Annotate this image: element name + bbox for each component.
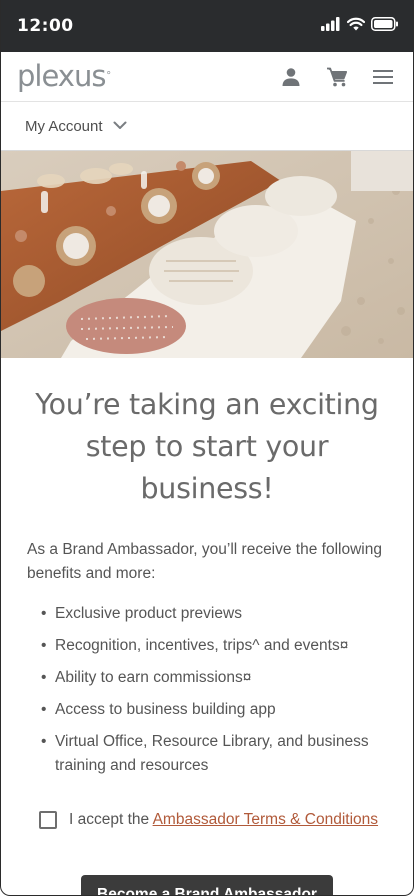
- chevron-down-icon: [113, 117, 127, 135]
- terms-accept-label: I accept the Ambassador Terms & Conditio…: [69, 811, 378, 829]
- my-account-label: My Account: [25, 117, 103, 135]
- cta-wrap: Become a Brand Ambassador: [27, 875, 387, 895]
- wifi-icon: [346, 17, 366, 36]
- site-header: plexus °: [1, 52, 413, 102]
- page-headline: You’re taking an exciting step to start …: [35, 388, 379, 505]
- list-item: Exclusive product previews: [41, 602, 387, 626]
- main-content: You’re taking an exciting step to start …: [1, 384, 413, 895]
- signal-icon: [321, 16, 341, 36]
- list-item: Ability to earn commissions¤: [41, 666, 387, 690]
- account-icon[interactable]: [279, 65, 303, 89]
- logo-mark: °: [106, 70, 111, 82]
- phone-frame: 12:00 plexus ° My Account You’re taking …: [0, 0, 414, 896]
- status-icons: [321, 16, 399, 36]
- status-bar: 12:00: [1, 0, 413, 52]
- list-item: Access to business building app: [41, 698, 387, 722]
- list-item: Virtual Office, Resource Library, and bu…: [41, 730, 387, 778]
- terms-accept-row: I accept the Ambassador Terms & Conditio…: [27, 811, 387, 829]
- terms-link[interactable]: Ambassador Terms & Conditions: [153, 811, 378, 828]
- list-item: Recognition, incentives, trips^ and even…: [41, 634, 387, 658]
- my-account-dropdown[interactable]: My Account: [1, 102, 413, 151]
- intro-text: As a Brand Ambassador, you’ll receive th…: [27, 541, 382, 582]
- header-actions: [279, 65, 395, 89]
- cart-icon[interactable]: [325, 65, 349, 89]
- battery-icon: [371, 16, 399, 36]
- plexus-logo[interactable]: plexus °: [17, 62, 111, 91]
- logo-text: plexus: [17, 59, 106, 93]
- accept-prefix: I accept the: [69, 811, 153, 828]
- terms-checkbox[interactable]: [39, 811, 57, 829]
- menu-icon[interactable]: [371, 65, 395, 89]
- benefits-list: Exclusive product previews Recognition, …: [27, 602, 387, 778]
- hero-image: [1, 151, 413, 358]
- become-brand-ambassador-button[interactable]: Become a Brand Ambassador: [81, 875, 333, 895]
- status-time: 12:00: [17, 16, 74, 36]
